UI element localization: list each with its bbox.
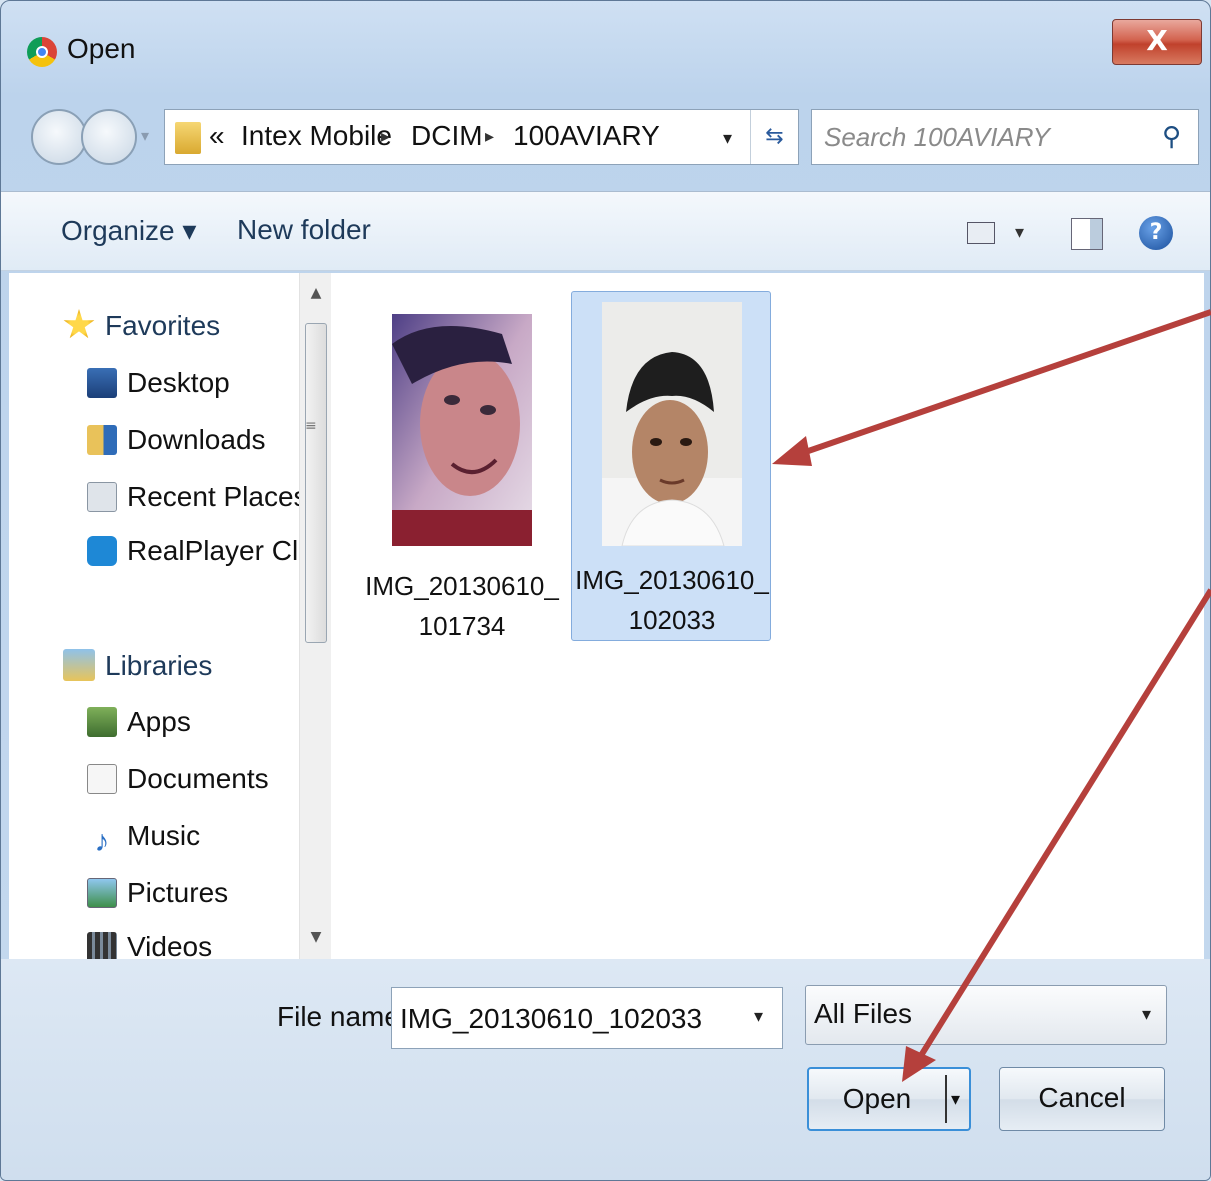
file-name-dropdown-icon[interactable]: ▾ [754, 1006, 763, 1027]
documents-icon [87, 764, 117, 794]
breadcrumb-arrow-icon[interactable]: ▸ [381, 126, 390, 147]
nav-item-documents[interactable]: Documents [87, 763, 269, 795]
recent-locations-dropdown[interactable]: ▾ [141, 126, 149, 145]
view-options-dropdown-icon[interactable]: ▾ [1015, 222, 1024, 243]
star-icon [63, 309, 95, 339]
nav-item-label: Documents [127, 763, 269, 794]
file-item-img-20130610-101734[interactable]: IMG_20130610_101734 [361, 297, 561, 647]
file-type-dropdown-icon[interactable]: ▾ [1142, 1004, 1151, 1025]
libraries-label: Libraries [105, 650, 213, 681]
libraries-icon [63, 649, 95, 681]
cancel-button[interactable]: Cancel [999, 1067, 1165, 1131]
nav-item-realplayer-cloud[interactable]: RealPlayer Cloud [87, 535, 331, 567]
nav-item-label: Pictures [127, 877, 229, 908]
file-name-field-label: File name: [277, 1001, 408, 1032]
breadcrumb-dcim[interactable]: DCIM [411, 120, 483, 152]
breadcrumb-overflow[interactable]: « [209, 120, 225, 152]
nav-item-apps[interactable]: Apps [87, 706, 191, 738]
new-folder-button[interactable]: New folder [237, 214, 371, 246]
nav-item-label: Desktop [127, 367, 230, 398]
search-box[interactable]: ⚲ [811, 109, 1199, 165]
content-area: Favorites Desktop Downloads Recent Place… [9, 273, 1204, 959]
back-button[interactable] [31, 109, 87, 165]
title-bar: Open X [1, 1, 1210, 101]
nav-item-videos[interactable]: Videos [87, 931, 212, 959]
address-bar[interactable]: « Intex Mobile ▸ DCIM ▸ 100AVIARY ▾ ⇆ [164, 109, 799, 165]
breadcrumb-intex-mobile[interactable]: Intex Mobile [241, 120, 392, 152]
navigation-pane: Favorites Desktop Downloads Recent Place… [9, 273, 331, 959]
favorites-label: Favorites [105, 310, 221, 341]
image-thumbnail [392, 314, 532, 546]
chrome-icon [27, 37, 57, 67]
nav-item-desktop[interactable]: Desktop [87, 367, 230, 399]
music-icon: ♪ [94, 825, 110, 858]
scrollbar-thumb[interactable] [305, 323, 327, 643]
refresh-icon[interactable]: ⇆ [750, 110, 798, 164]
open-button-label: Open [842, 1083, 912, 1114]
pictures-icon [87, 878, 117, 908]
scroll-down-arrow-icon[interactable]: ▼ [300, 929, 331, 945]
dialog-title: Open [67, 33, 136, 64]
scroll-up-arrow-icon[interactable]: ▲ [300, 285, 331, 301]
change-view-icon[interactable] [967, 222, 995, 244]
nav-item-label: Downloads [127, 424, 266, 455]
folder-icon [175, 122, 201, 154]
open-split-divider [945, 1075, 947, 1123]
dialog-footer: File name: ▾ All Files ▾ Open ▾ Cancel [1, 959, 1210, 1180]
nav-item-recent-places[interactable]: Recent Places [87, 481, 308, 513]
nav-item-downloads[interactable]: Downloads [87, 424, 266, 456]
file-name-combobox[interactable]: ▾ [391, 987, 783, 1049]
desktop-icon [87, 368, 117, 398]
nav-item-label: Apps [127, 706, 191, 737]
address-dropdown-icon[interactable]: ▾ [723, 128, 732, 149]
nav-section-libraries[interactable]: Libraries [63, 649, 212, 682]
open-button[interactable]: Open ▾ [807, 1067, 971, 1131]
open-options-dropdown-icon[interactable]: ▾ [951, 1069, 960, 1129]
nav-item-label: Music [127, 820, 201, 851]
command-bar: Organize ▾ New folder ▾ ? [1, 191, 1210, 271]
forward-button[interactable] [81, 109, 137, 165]
nav-section-favorites[interactable]: Favorites [63, 309, 220, 342]
breadcrumb-arrow-icon[interactable]: ▸ [485, 126, 494, 147]
file-type-filter[interactable]: All Files ▾ [805, 985, 1167, 1045]
nav-item-label: Videos [127, 931, 213, 959]
search-input[interactable] [824, 118, 1144, 156]
recent-places-icon [87, 482, 117, 512]
search-icon[interactable]: ⚲ [1162, 122, 1181, 152]
file-type-selected: All Files [814, 998, 913, 1029]
file-name-input[interactable] [400, 1002, 740, 1036]
downloads-icon [87, 425, 117, 455]
apps-icon [87, 707, 117, 737]
breadcrumb-100aviary[interactable]: 100AVIARY [513, 120, 660, 152]
realplayer-cloud-icon [87, 536, 117, 566]
file-list: IMG_20130610_101734 IMG_20130610_102033 [331, 273, 1204, 959]
videos-icon [87, 932, 117, 959]
navigation-pane-scrollbar[interactable]: ▲ ≡ ▼ [299, 273, 331, 959]
file-name-label: IMG_20130610_101734 [365, 571, 559, 641]
nav-item-label: Recent Places [127, 481, 308, 512]
preview-pane-icon[interactable] [1071, 218, 1103, 250]
nav-item-music[interactable]: ♪ Music [87, 820, 201, 858]
file-item-img-20130610-102033[interactable]: IMG_20130610_102033 [571, 291, 771, 641]
file-name-label: IMG_20130610_102033 [575, 565, 769, 635]
image-thumbnail [602, 302, 742, 546]
scrollbar-grip-icon: ≡ [305, 418, 317, 434]
nav-item-pictures[interactable]: Pictures [87, 877, 228, 909]
open-dialog: Open X ▾ « Intex Mobile ▸ DCIM ▸ 100AVIA… [0, 0, 1211, 1181]
help-icon[interactable]: ? [1139, 216, 1173, 250]
close-button[interactable]: X [1112, 19, 1202, 65]
organize-button[interactable]: Organize ▾ [61, 214, 196, 247]
